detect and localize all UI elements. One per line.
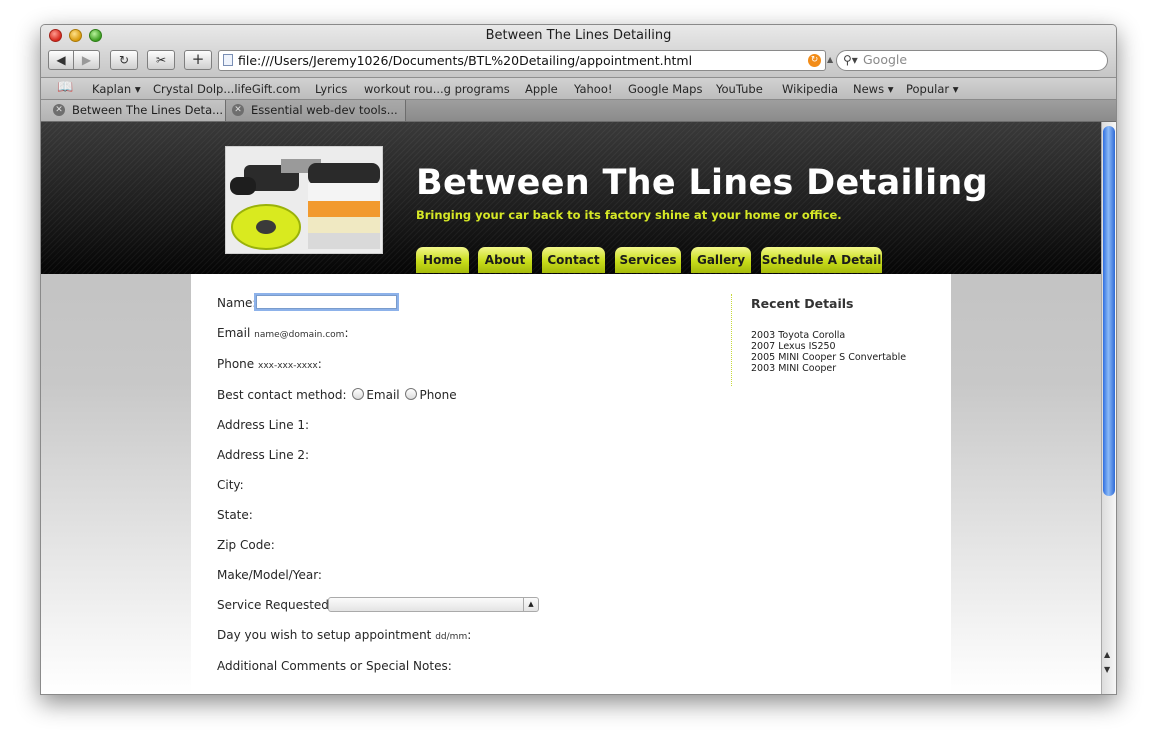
recent-detail-item: 2007 Lexus IS250 bbox=[751, 341, 836, 352]
comments-label: Additional Comments or Special Notes: bbox=[217, 659, 452, 673]
nav-schedule-a-detail[interactable]: Schedule A Detail bbox=[761, 247, 882, 273]
web-content: Between The Lines Detailing Bringing you… bbox=[41, 122, 1101, 694]
search-icon[interactable]: ⚲▾ bbox=[843, 53, 858, 67]
email-radio[interactable] bbox=[352, 388, 365, 400]
bookmarks-book-icon[interactable]: 📖 bbox=[57, 80, 73, 95]
scroll-up-icon[interactable]: ▲ bbox=[1104, 650, 1110, 659]
bookmark-item[interactable]: Apple bbox=[525, 82, 558, 96]
vertical-scrollbar[interactable]: ▲ ▼ bbox=[1101, 122, 1116, 694]
tab-bar: ✕ Between The Lines Deta... ✕ Essential … bbox=[41, 100, 1116, 122]
bookmark-item[interactable]: Kaplan ▾ bbox=[92, 82, 141, 96]
name-input[interactable] bbox=[256, 295, 397, 309]
site-title: Between The Lines Detailing bbox=[416, 163, 988, 203]
page-icon bbox=[223, 54, 233, 66]
scroll-down-icon[interactable]: ▼ bbox=[1104, 665, 1110, 674]
site-header: Between The Lines Detailing Bringing you… bbox=[41, 122, 1101, 274]
url-text[interactable]: file:///Users/Jeremy1026/Documents/BTL%2… bbox=[238, 53, 692, 68]
add-tab-button[interactable]: + bbox=[184, 50, 212, 70]
zip-label: Zip Code: bbox=[217, 538, 275, 552]
recent-detail-item: 2003 MINI Cooper bbox=[751, 363, 837, 374]
email-label-text: Email bbox=[217, 326, 251, 340]
tab-between-the-lines[interactable]: ✕ Between The Lines Deta... bbox=[41, 100, 226, 121]
tab-close-icon[interactable]: ✕ bbox=[232, 104, 244, 116]
name-label: Name: bbox=[217, 296, 257, 310]
select-arrows-icon[interactable]: ▲ bbox=[523, 598, 538, 611]
web-clip-button[interactable]: ✂ bbox=[147, 50, 175, 70]
nav-home[interactable]: Home bbox=[416, 247, 469, 273]
sidebar-divider bbox=[731, 294, 732, 386]
recent-details-heading: Recent Details bbox=[751, 296, 854, 311]
forward-button[interactable]: ▶ bbox=[74, 50, 100, 70]
email-label: Email name@domain.com: bbox=[217, 326, 349, 340]
reload-icon: ↻ bbox=[118, 53, 130, 67]
address-bar[interactable]: file:///Users/Jeremy1026/Documents/BTL%2… bbox=[218, 50, 826, 71]
bookmark-item[interactable]: Yahoo! bbox=[574, 82, 612, 96]
bookmark-item[interactable]: News ▾ bbox=[853, 82, 894, 96]
tab-label: Essential web-dev tools... bbox=[251, 103, 398, 117]
bookmark-item[interactable]: Crystal Dolp...lifeGift.com bbox=[153, 82, 301, 96]
bookmark-item[interactable]: Wikipedia bbox=[782, 82, 838, 96]
phone-label: Phone xxx-xxx-xxxx: bbox=[217, 357, 322, 371]
url-dropdown-icon[interactable]: ▲ bbox=[827, 55, 833, 64]
nav-about[interactable]: About bbox=[478, 247, 532, 273]
window-title: Between The Lines Detailing bbox=[485, 28, 672, 43]
email-hint: name@domain.com bbox=[254, 330, 345, 340]
contact-method-label: Best contact method: bbox=[217, 388, 347, 402]
recent-detail-item: 2003 Toyota Corolla bbox=[751, 330, 846, 341]
bookmark-item[interactable]: Google Maps bbox=[628, 82, 702, 96]
phone-radio-label[interactable]: Phone bbox=[419, 388, 456, 402]
service-label: Service Requested: bbox=[217, 598, 333, 612]
reload-button[interactable]: ↻ bbox=[110, 50, 138, 70]
address1-label: Address Line 1: bbox=[217, 418, 310, 432]
browser-toolbar: Between The Lines Detailing ◀ ▶ ↻ ✂ + fi… bbox=[41, 25, 1116, 78]
date-label-text: Day you wish to setup appointment bbox=[217, 628, 432, 642]
phone-label-text: Phone bbox=[217, 357, 255, 371]
forward-arrow-icon: ▶ bbox=[81, 53, 92, 67]
scissors-icon: ✂ bbox=[155, 53, 167, 67]
contact-method-row: Best contact method: Email Phone bbox=[217, 388, 457, 402]
bookmark-item[interactable]: Lyrics bbox=[315, 82, 347, 96]
service-select[interactable]: ▲ bbox=[328, 597, 539, 612]
snapback-icon[interactable]: ↻ bbox=[808, 54, 821, 67]
nav-contact[interactable]: Contact bbox=[542, 247, 605, 273]
city-label: City: bbox=[217, 478, 244, 492]
email-radio-label[interactable]: Email bbox=[366, 388, 399, 402]
tab-essential-web-dev[interactable]: ✕ Essential web-dev tools... bbox=[226, 100, 406, 121]
tab-label: Between The Lines Deta... bbox=[72, 103, 224, 117]
bookmarks-bar: 📖 Kaplan ▾ Crystal Dolp...lifeGift.com L… bbox=[41, 78, 1116, 100]
date-hint: dd/mm bbox=[435, 632, 468, 642]
phone-radio[interactable] bbox=[405, 388, 418, 400]
date-label: Day you wish to setup appointment dd/mm: bbox=[217, 628, 472, 642]
nav-services[interactable]: Services bbox=[615, 247, 681, 273]
back-arrow-icon: ◀ bbox=[56, 53, 66, 67]
phone-hint: xxx-xxx-xxxx bbox=[258, 361, 318, 371]
address2-label: Address Line 2: bbox=[217, 448, 310, 462]
tab-close-icon[interactable]: ✕ bbox=[53, 104, 65, 116]
bookmark-item[interactable]: YouTube bbox=[716, 82, 763, 96]
search-input[interactable] bbox=[863, 52, 1093, 67]
site-logo bbox=[225, 146, 383, 254]
appointment-form-page: Name: Email name@domain.com: Phone xxx-x… bbox=[191, 274, 951, 694]
back-button[interactable]: ◀ bbox=[48, 50, 74, 70]
browser-window: Between The Lines Detailing ◀ ▶ ↻ ✂ + fi… bbox=[40, 24, 1117, 695]
search-bar[interactable]: ⚲▾ bbox=[836, 50, 1108, 71]
state-label: State: bbox=[217, 508, 253, 522]
vehicle-label: Make/Model/Year: bbox=[217, 568, 322, 582]
plus-icon: + bbox=[191, 50, 205, 68]
bookmark-item[interactable]: Popular ▾ bbox=[906, 82, 959, 96]
recent-detail-item: 2005 MINI Cooper S Convertable bbox=[751, 352, 907, 363]
site-tagline: Bringing your car back to its factory sh… bbox=[416, 208, 842, 222]
bookmark-item[interactable]: workout rou...g programs bbox=[364, 82, 510, 96]
polisher-pads-image bbox=[226, 147, 382, 253]
scrollbar-thumb[interactable] bbox=[1103, 126, 1115, 496]
nav-gallery[interactable]: Gallery bbox=[691, 247, 751, 273]
